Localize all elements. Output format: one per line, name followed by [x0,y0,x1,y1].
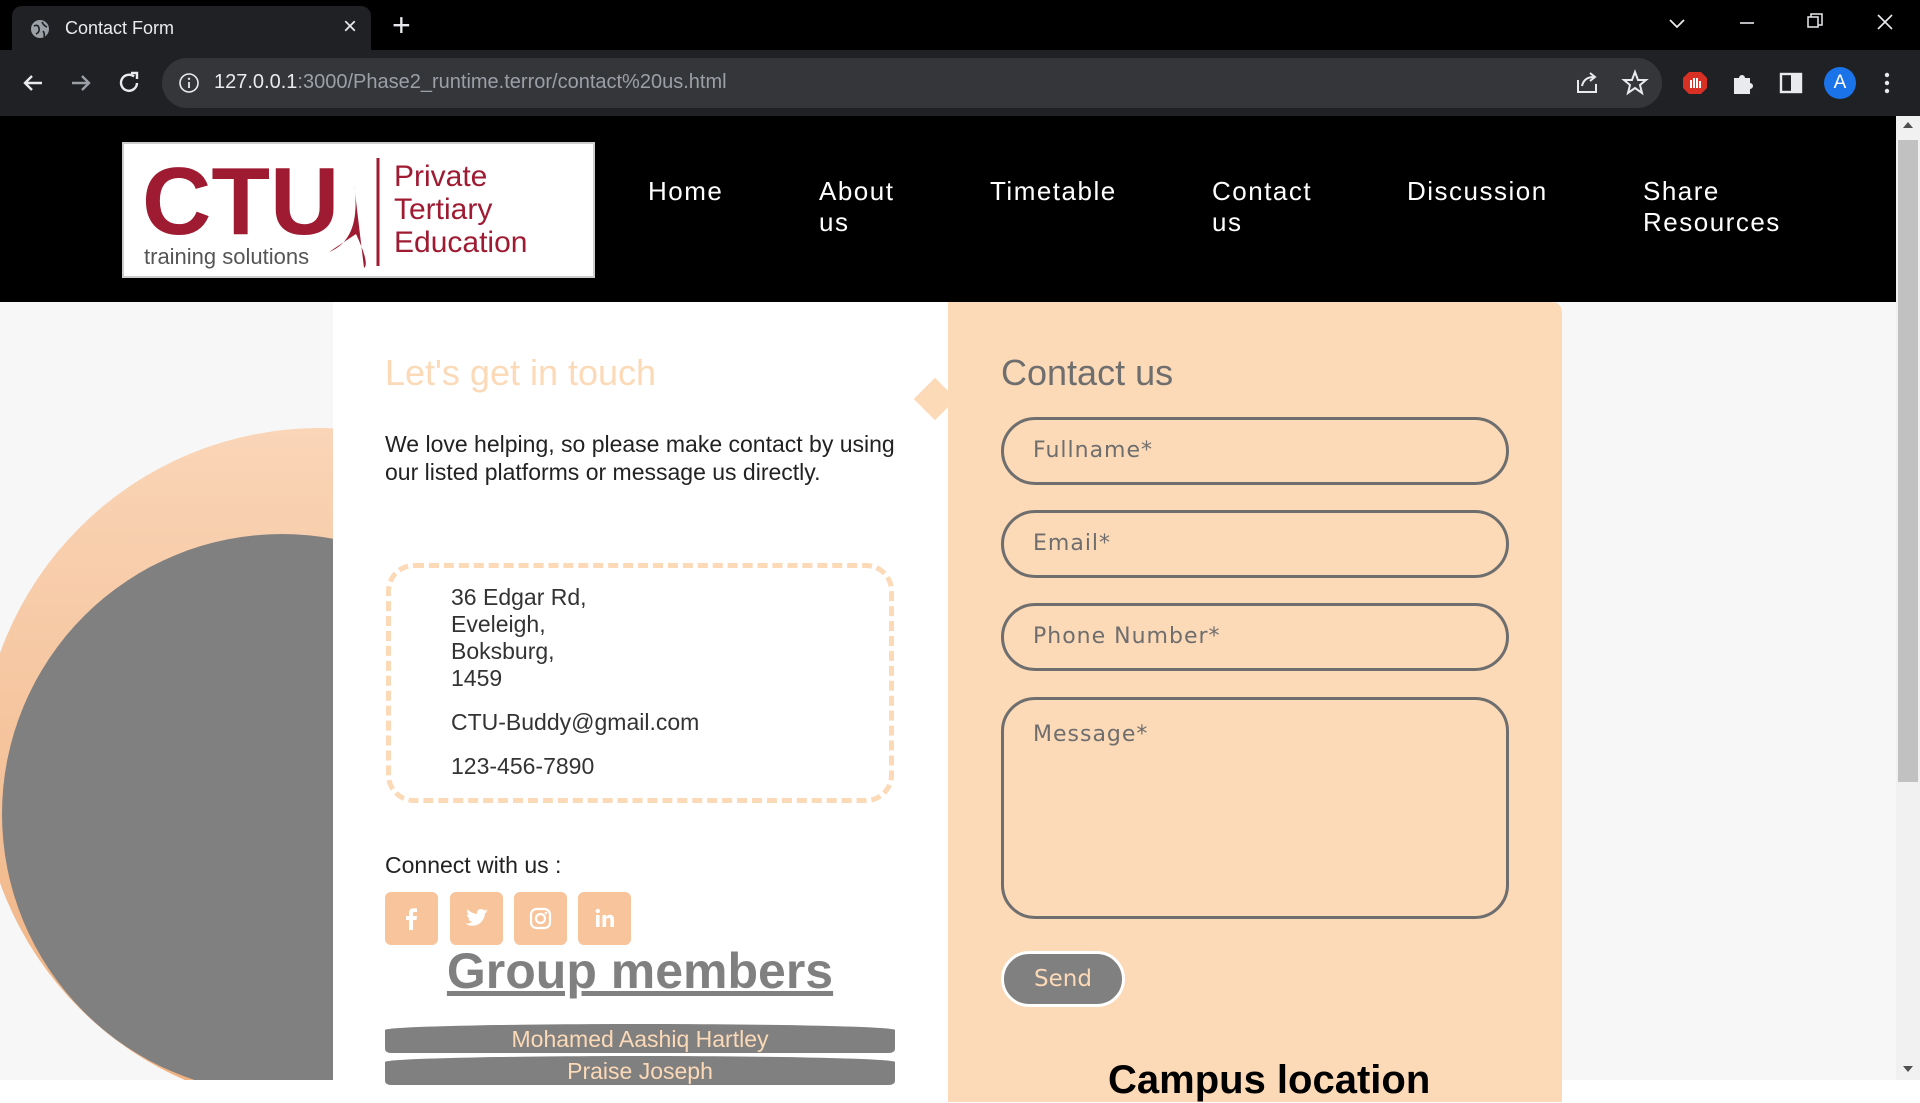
browser-tab[interactable]: Contact Form × [12,6,371,50]
url-text[interactable]: 127.0.0.1:3000/Phase2_runtime.terror/con… [214,71,727,94]
scroll-up-arrow-icon[interactable] [1902,120,1914,130]
browser-tab-bar: Contact Form × + [0,0,1920,50]
site-info-icon[interactable] [178,72,200,94]
twitter-icon [465,909,488,926]
logo-brand: CTU [142,148,339,255]
globe-icon [31,20,49,38]
extensions-puzzle-icon[interactable] [1728,68,1758,98]
close-tab-icon[interactable]: × [343,15,357,39]
linkedin-button[interactable] [578,892,631,945]
address-line-1: 36 Edgar Rd, [451,584,587,610]
nav-share-resources[interactable]: Share Resources [1643,176,1793,238]
facebook-icon [406,908,417,930]
fullname-input[interactable]: Fullname* [1001,417,1509,485]
logo-line1: Private [394,160,487,193]
logo-line2: Tertiary [394,193,492,226]
share-icon[interactable] [1572,68,1602,98]
touch-description: We love helping, so please make contact … [385,431,895,485]
more-menu-icon[interactable] [1872,68,1902,98]
campus-location-heading: Campus location [1108,1058,1431,1102]
ctu-logo-graphic: CTU training solutions Private Tertiary … [142,148,527,269]
nav-discussion[interactable]: Discussion [1407,176,1548,207]
extension-blocker-icon[interactable] [1680,68,1710,98]
url-path: :3000/Phase2_runtime.terror/contact%20us… [297,71,727,93]
logo-line3: Education [394,226,527,259]
tab-search-chevron-icon[interactable] [1668,14,1686,32]
side-panel-icon[interactable] [1776,68,1806,98]
nav-contact-us[interactable]: Contact us [1212,176,1332,238]
linkedin-icon [595,908,614,927]
address-line-3: Boksburg, [451,638,555,664]
address-bar[interactable]: 127.0.0.1:3000/Phase2_runtime.terror/con… [162,58,1662,108]
email-input[interactable]: Email* [1001,510,1509,578]
member-item-2: Praise Joseph [385,1056,895,1085]
site-header: CTU training solutions Private Tertiary … [0,116,1896,302]
scroll-down-arrow-icon[interactable] [1902,1064,1914,1074]
connect-label: Connect with us : [385,852,562,878]
back-arrow-icon[interactable] [18,68,48,98]
nav-home[interactable]: Home [648,176,723,207]
close-window-icon[interactable] [1875,12,1895,32]
twitter-button[interactable] [450,892,503,945]
bookmark-star-icon[interactable] [1620,68,1650,98]
minimize-icon[interactable] [1738,14,1756,32]
message-textarea[interactable]: Message* [1001,697,1509,919]
address-line-4: 1459 [451,665,503,691]
reload-icon[interactable] [114,68,144,98]
tab-title: Contact Form [65,18,175,38]
instagram-icon [529,907,552,930]
new-tab-button[interactable]: + [392,8,411,42]
nav-about-us[interactable]: About us [819,176,929,238]
restore-icon[interactable] [1806,12,1824,30]
touch-title: Let's get in touch [385,352,657,393]
ctu-logo[interactable]: CTU training solutions Private Tertiary … [122,142,595,278]
scrollbar-thumb[interactable] [1898,140,1918,782]
send-button[interactable]: Send [1001,951,1125,1007]
group-members-heading: Group members [446,943,834,999]
facebook-button[interactable] [385,892,438,945]
nav-timetable[interactable]: Timetable [990,176,1117,207]
member-item-1: Mohamed Aashiq Hartley [385,1024,895,1053]
forward-arrow-icon[interactable] [66,68,96,98]
contact-phone[interactable]: 123-456-7890 [451,753,594,780]
contact-email[interactable]: CTU-Buddy@gmail.com [451,709,699,736]
contact-form-title: Contact us [1001,352,1174,393]
address-line-2: Eveleigh, [451,611,546,637]
instagram-button[interactable] [514,892,567,945]
url-host: 127.0.0.1 [214,71,298,93]
phone-input[interactable]: Phone Number* [1001,603,1509,671]
logo-tagline: training solutions [144,244,309,269]
profile-avatar[interactable]: A [1824,67,1856,99]
